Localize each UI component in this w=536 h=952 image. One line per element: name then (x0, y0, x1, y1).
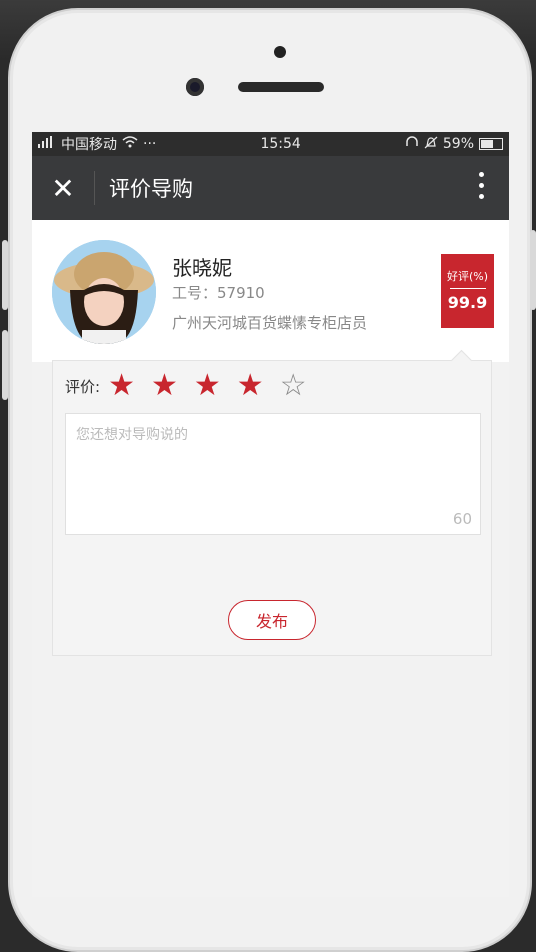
publish-button[interactable]: 发布 (228, 600, 316, 640)
positive-rate-badge: 好评(%) 99.9 (441, 254, 494, 328)
nav-divider (94, 171, 95, 205)
more-notifications: ··· (143, 136, 157, 152)
side-button (2, 240, 8, 310)
front-camera (186, 78, 204, 96)
clock: 15:54 (260, 136, 301, 152)
signal-icon (38, 136, 56, 152)
wifi-icon (122, 136, 138, 152)
side-button (2, 330, 8, 400)
guide-role: 广州天河城百货蝶愫专柜店员 (172, 314, 368, 332)
close-icon[interactable]: ✕ (32, 172, 94, 205)
positive-rate-label: 好评(%) (446, 270, 489, 283)
char-counter: 60 (452, 510, 472, 528)
earpiece-speaker (238, 82, 324, 92)
rating-star-icon[interactable]: ★ (194, 368, 221, 403)
review-panel: 评价: ★ ★ ★ ★ ☆ 60 发布 (52, 349, 492, 656)
nav-bar: ✕ 评价导购 (32, 156, 509, 220)
app-screen: 中国移动 ··· 15:54 59% ✕ 评价导购 张晓妮 工号：57910 广… (32, 132, 509, 897)
headset-icon (405, 136, 419, 152)
more-menu-icon[interactable] (479, 172, 485, 199)
rating-star-icon[interactable]: ★ (237, 368, 264, 403)
guide-profile: 张晓妮 工号：57910 广州天河城百货蝶愫专柜店员 好评(%) 99.9 (32, 220, 509, 362)
battery-percent: 59% (442, 136, 474, 152)
guide-name: 张晓妮 (172, 256, 232, 280)
avatar (52, 240, 156, 344)
rating-star-icon[interactable]: ★ (108, 368, 135, 403)
carrier-label: 中国移动 (61, 137, 117, 153)
positive-rate-value: 99.9 (447, 293, 488, 312)
comment-box: 60 (65, 413, 481, 535)
page-title: 评价导购 (109, 177, 193, 201)
comment-input[interactable] (66, 414, 480, 534)
rating-star-icon[interactable]: ★ (151, 368, 178, 403)
rating-row: 评价: ★ ★ ★ ★ ☆ (65, 371, 323, 401)
rating-label: 评价: (65, 377, 101, 396)
status-bar: 中国移动 ··· 15:54 59% (32, 132, 509, 156)
battery-icon (479, 138, 503, 150)
employee-id: 工号：57910 (172, 284, 265, 302)
power-button (530, 230, 536, 310)
rating-star-icon[interactable]: ☆ (280, 368, 307, 403)
mute-icon (424, 136, 438, 153)
proximity-sensor (274, 46, 286, 58)
